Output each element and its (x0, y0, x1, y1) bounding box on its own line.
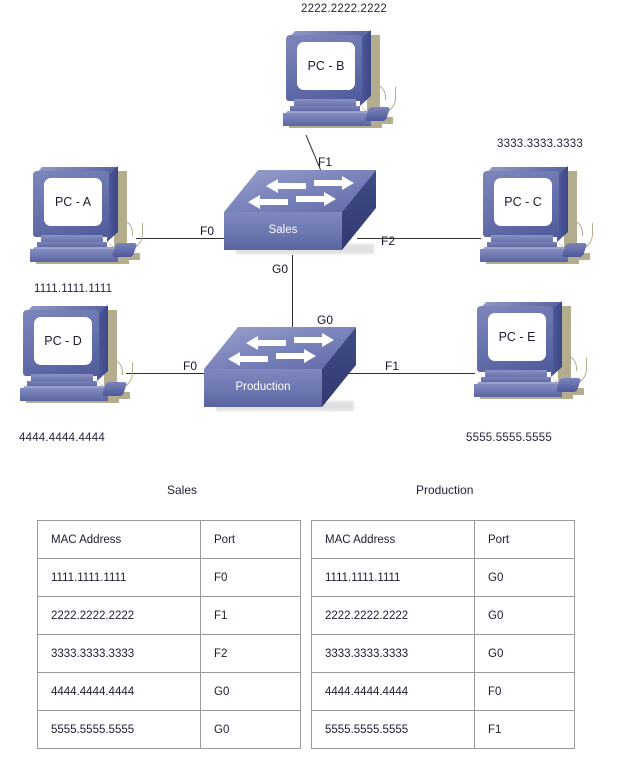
header-port: Port (474, 520, 575, 559)
monitor-face: PC - B (286, 35, 362, 101)
pc-base (283, 113, 371, 126)
cell-port: F0 (200, 558, 301, 597)
switch-sales-icon[interactable]: Sales (222, 168, 378, 264)
table-header-row: MAC Address Port (37, 520, 301, 559)
cell-port: G0 (474, 596, 575, 635)
cell-port: G0 (200, 672, 301, 711)
switch-sales-label: Sales (268, 224, 298, 236)
pc-d-icon[interactable]: PC - D (18, 300, 136, 408)
pc-base (474, 384, 562, 397)
cell-port: F1 (474, 710, 575, 749)
sales-table-caption: Sales (167, 483, 198, 497)
port-label-sales-f0: F0 (200, 224, 215, 238)
mac-label-pce: 5555.5555.5555 (466, 432, 552, 444)
production-mac-table: MAC Address Port 1111.1111.1111 G0 2222.… (311, 520, 575, 749)
monitor-screen: PC - E (488, 313, 546, 361)
cell-mac: 1111.1111.1111 (37, 558, 201, 597)
table-row: 1111.1111.1111 G0 (311, 558, 575, 597)
table-row: 2222.2222.2222 F1 (37, 596, 301, 635)
pc-a-icon[interactable]: PC - A (28, 161, 146, 269)
switch-production-label: Production (235, 381, 291, 393)
pc-b-label: PC - B (307, 59, 345, 73)
table-row: 5555.5555.5555 F1 (311, 710, 575, 749)
monitor-screen: PC - B (297, 42, 355, 90)
cell-port: G0 (474, 558, 575, 597)
table-header-row: MAC Address Port (311, 520, 575, 559)
cell-mac: 3333.3333.3333 (311, 634, 475, 673)
header-mac-address: MAC Address (37, 520, 201, 559)
table-row: 5555.5555.5555 G0 (37, 710, 301, 749)
production-mac-table-wrapper: MAC Address Port 1111.1111.1111 G0 2222.… (311, 520, 575, 749)
table-row: 4444.4444.4444 G0 (37, 672, 301, 711)
port-label-sales-f2: F2 (381, 234, 396, 248)
monitor-face: PC - E (477, 306, 553, 372)
monitor-screen: PC - A (44, 178, 102, 226)
monitor-face: PC - A (33, 171, 109, 237)
monitor-screen: PC - D (34, 317, 92, 365)
cell-mac: 5555.5555.5555 (311, 710, 475, 749)
production-table-caption: Production (416, 483, 474, 497)
pc-b-icon[interactable]: PC - B (281, 25, 399, 133)
cell-mac: 2222.2222.2222 (37, 596, 201, 635)
pc-base (480, 249, 568, 262)
cell-mac: 4444.4444.4444 (311, 672, 475, 711)
switch-production-icon[interactable]: Production (202, 325, 358, 421)
cell-port: F0 (474, 672, 575, 711)
pc-d-label: PC - D (44, 334, 82, 348)
cell-port: G0 (200, 710, 301, 749)
monitor-face: PC - C (483, 171, 559, 237)
table-row: 1111.1111.1111 F0 (37, 558, 301, 597)
mac-label-pcd: 4444.4444.4444 (19, 432, 105, 444)
sales-mac-table: MAC Address Port 1111.1111.1111 F0 2222.… (37, 520, 301, 749)
port-label-sales-f1: F1 (318, 155, 333, 169)
monitor-screen: PC - C (494, 178, 552, 226)
pc-c-label: PC - C (504, 195, 542, 209)
table-row: 4444.4444.4444 F0 (311, 672, 575, 711)
cell-mac: 5555.5555.5555 (37, 710, 201, 749)
cell-mac: 1111.1111.1111 (311, 558, 475, 597)
pc-base (30, 249, 118, 262)
table-row: 2222.2222.2222 G0 (311, 596, 575, 635)
network-diagram-canvas: 2222.2222.2222 PC - B F1 PC - A 1111.111… (0, 0, 629, 781)
port-label-production-f1: F1 (385, 359, 400, 373)
mac-label-pcc: 3333.3333.3333 (497, 138, 583, 150)
table-row: 3333.3333.3333 G0 (311, 634, 575, 673)
cell-mac: 3333.3333.3333 (37, 634, 201, 673)
sales-mac-table-wrapper: MAC Address Port 1111.1111.1111 F0 2222.… (37, 520, 301, 749)
cell-mac: 4444.4444.4444 (37, 672, 201, 711)
switch-body-svg (224, 170, 376, 250)
cell-port: G0 (474, 634, 575, 673)
link-production-pce (340, 373, 475, 374)
cell-port: F2 (200, 634, 301, 673)
pc-base (20, 388, 108, 401)
header-port: Port (200, 520, 301, 559)
pc-e-label: PC - E (498, 330, 536, 344)
mac-label-pca: 1111.1111.1111 (34, 283, 113, 295)
header-mac-address: MAC Address (311, 520, 475, 559)
table-row: 3333.3333.3333 F2 (37, 634, 301, 673)
pc-c-icon[interactable]: PC - C (478, 161, 596, 269)
pc-e-icon[interactable]: PC - E (472, 296, 590, 404)
cell-mac: 2222.2222.2222 (311, 596, 475, 635)
port-label-production-f0: F0 (183, 359, 198, 373)
mac-label-pcb: 2222.2222.2222 (301, 3, 387, 15)
pc-a-label: PC - A (54, 195, 92, 209)
monitor-face: PC - D (23, 310, 99, 376)
switch-body-svg (204, 327, 356, 407)
cell-port: F1 (200, 596, 301, 635)
port-label-sales-g0: G0 (272, 262, 289, 276)
